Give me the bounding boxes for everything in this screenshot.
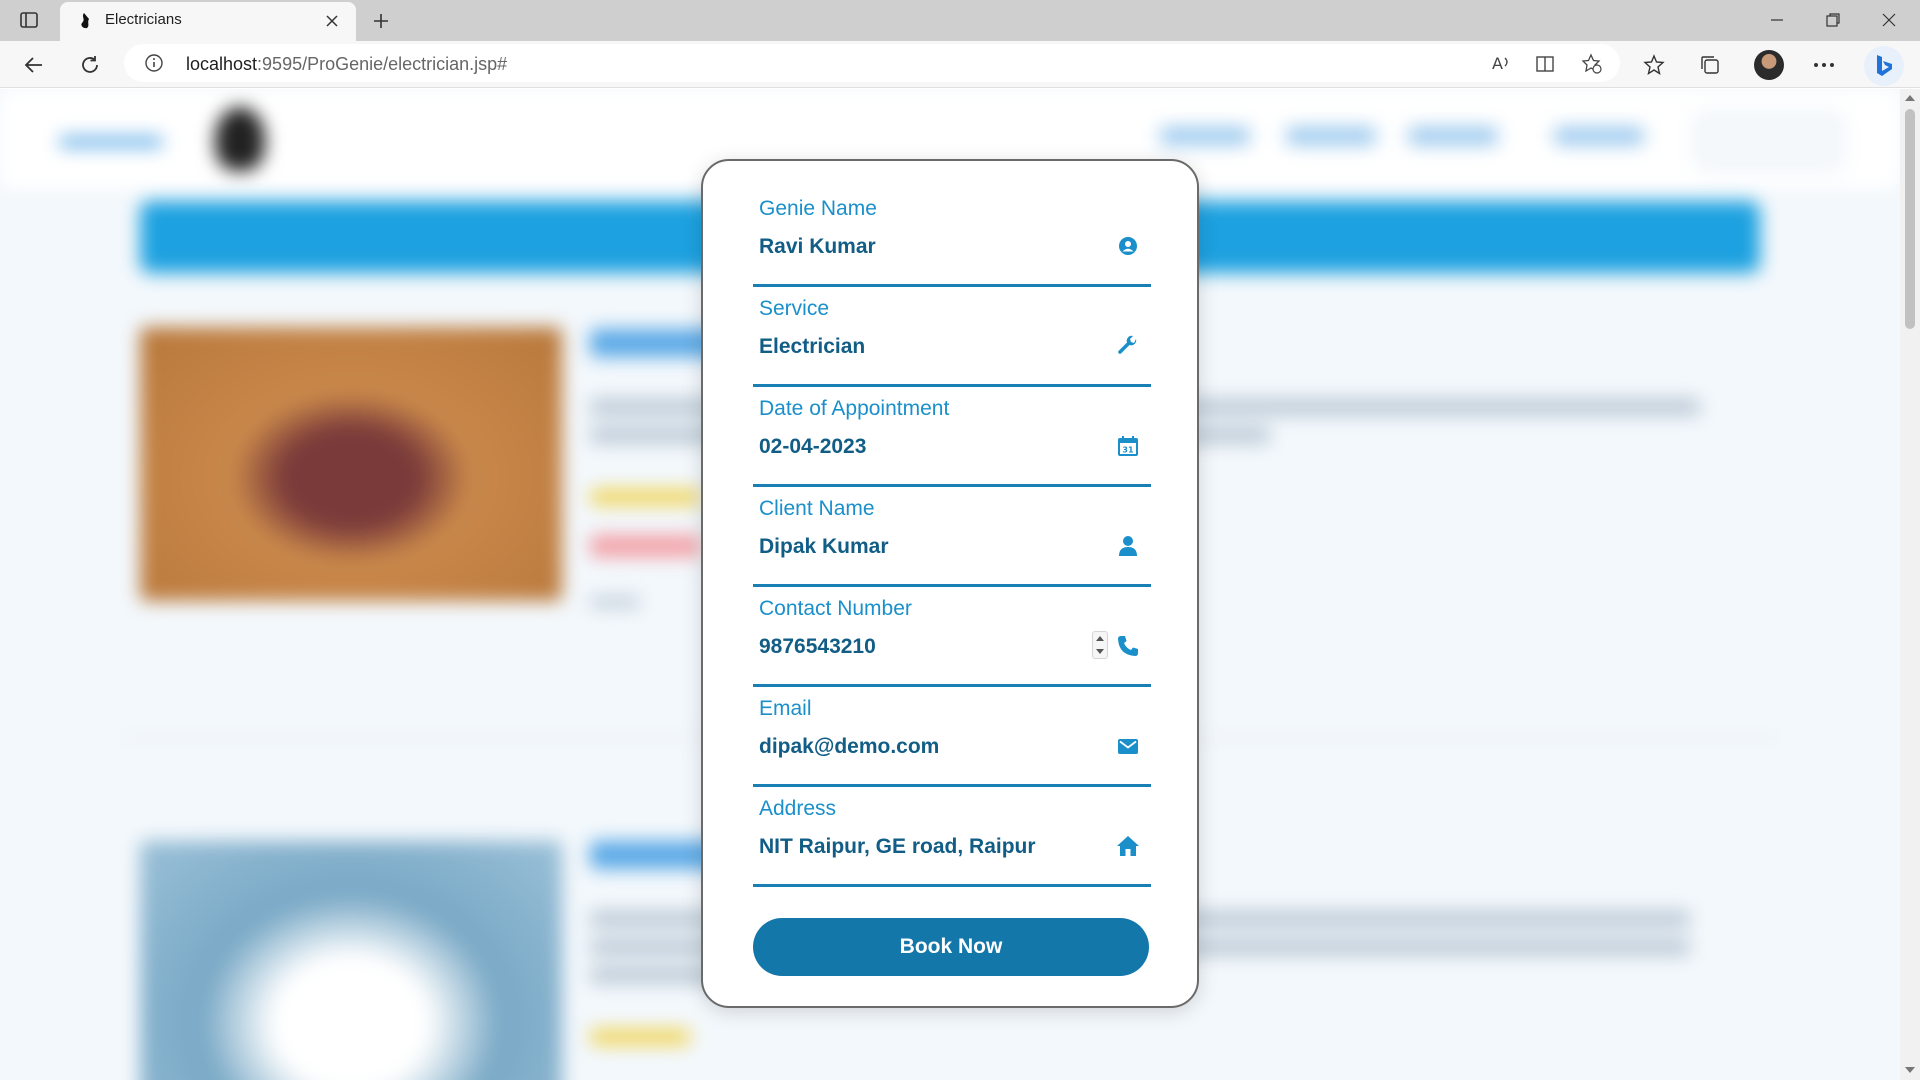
genie-name-label: Genie Name	[759, 197, 877, 220]
envelope-icon	[1115, 733, 1141, 759]
favorites-icon[interactable]	[1640, 51, 1668, 79]
nav-link	[1160, 127, 1250, 145]
spinner-down-icon[interactable]	[1096, 649, 1104, 654]
read-aloud-icon[interactable]: A	[1490, 52, 1514, 76]
profile-avatar[interactable]	[1754, 50, 1784, 80]
service-field[interactable]: Service Electrician	[753, 297, 1151, 387]
book-now-button[interactable]: Book Now	[753, 918, 1149, 976]
price-tag	[590, 535, 700, 557]
url-path: :9595/ProGenie/electrician.jsp#	[257, 54, 508, 74]
spinner-up-icon[interactable]	[1096, 636, 1104, 641]
rating-stars	[590, 1029, 690, 1045]
booking-modal: Genie Name Ravi Kumar Service Electricia…	[701, 159, 1199, 1008]
collections-icon[interactable]	[1696, 51, 1724, 79]
close-window-icon[interactable]	[1866, 6, 1912, 34]
page-scrollbar[interactable]	[1900, 89, 1920, 1080]
nav-link	[1408, 127, 1498, 145]
electrician-photo	[140, 327, 562, 601]
reload-icon[interactable]	[74, 49, 106, 81]
browser-tab-bar: Electricians	[0, 0, 1920, 41]
client-name-label: Client Name	[759, 497, 875, 520]
url-text[interactable]: localhost:9595/ProGenie/electrician.jsp#	[186, 54, 507, 75]
immersive-reader-icon[interactable]	[1534, 52, 1558, 76]
service-label: Service	[759, 297, 830, 320]
login-button	[1694, 111, 1844, 171]
small-text	[590, 597, 640, 607]
person-icon	[1115, 533, 1141, 559]
number-spinner[interactable]	[1092, 631, 1108, 659]
calendar-icon[interactable]: 31	[1115, 433, 1141, 459]
appointment-date-value[interactable]: 02-04-2023	[759, 435, 866, 459]
close-tab-icon[interactable]	[322, 11, 342, 31]
email-label: Email	[759, 697, 812, 720]
genie-name-value[interactable]: Ravi Kumar	[759, 235, 876, 259]
address-value[interactable]: NIT Raipur, GE road, Raipur	[759, 835, 1036, 859]
more-options-icon[interactable]	[1810, 51, 1838, 79]
home-icon	[1115, 833, 1141, 859]
minimize-icon[interactable]	[1754, 6, 1800, 34]
nav-link	[1286, 127, 1376, 145]
new-tab-icon[interactable]	[368, 8, 394, 34]
genie-mascot-logo	[215, 107, 265, 171]
address-label: Address	[759, 797, 837, 820]
email-field[interactable]: Email dipak@demo.com	[753, 697, 1151, 787]
browser-tab-active[interactable]: Electricians	[60, 2, 356, 41]
client-name-field[interactable]: Client Name Dipak Kumar	[753, 497, 1151, 587]
svg-text:A: A	[1492, 54, 1503, 73]
email-value[interactable]: dipak@demo.com	[759, 735, 939, 759]
appointment-date-field[interactable]: Date of Appointment 02-04-2023 31	[753, 397, 1151, 487]
tab-actions-icon[interactable]	[16, 8, 42, 32]
url-host: localhost	[186, 54, 258, 74]
add-favorite-icon[interactable]	[1580, 52, 1604, 76]
appointment-date-label: Date of Appointment	[759, 397, 950, 420]
address-bar[interactable]: localhost:9595/ProGenie/electrician.jsp#…	[124, 44, 1620, 82]
service-value[interactable]: Electrician	[759, 335, 865, 359]
brand-logo: ▬▬▬	[60, 117, 162, 155]
genie-name-field[interactable]: Genie Name Ravi Kumar	[753, 197, 1151, 287]
restore-icon[interactable]	[1810, 6, 1856, 34]
genie-favicon-icon	[74, 11, 94, 31]
contact-number-label: Contact Number	[759, 597, 912, 620]
site-info-icon[interactable]	[144, 53, 164, 73]
user-circle-icon	[1115, 233, 1141, 259]
back-arrow-icon[interactable]	[18, 49, 50, 81]
scroll-down-icon[interactable]	[1904, 1065, 1916, 1075]
electrician-photo	[140, 841, 562, 1080]
scroll-up-icon[interactable]	[1904, 93, 1916, 103]
nav-link	[1554, 127, 1644, 145]
svg-text:31: 31	[1122, 446, 1134, 455]
address-field[interactable]: Address NIT Raipur, GE road, Raipur	[753, 797, 1151, 887]
scrollbar-thumb[interactable]	[1905, 109, 1915, 329]
wrench-icon	[1115, 333, 1141, 359]
browser-toolbar: localhost:9595/ProGenie/electrician.jsp#…	[0, 41, 1920, 88]
contact-number-field[interactable]: Contact Number 9876543210	[753, 597, 1151, 687]
phone-icon	[1115, 633, 1141, 659]
rating-stars	[590, 489, 700, 505]
client-name-value[interactable]: Dipak Kumar	[759, 535, 889, 559]
bing-copilot-icon[interactable]	[1864, 46, 1904, 86]
tab-title: Electricians	[105, 11, 182, 28]
contact-number-value[interactable]: 9876543210	[759, 635, 876, 659]
